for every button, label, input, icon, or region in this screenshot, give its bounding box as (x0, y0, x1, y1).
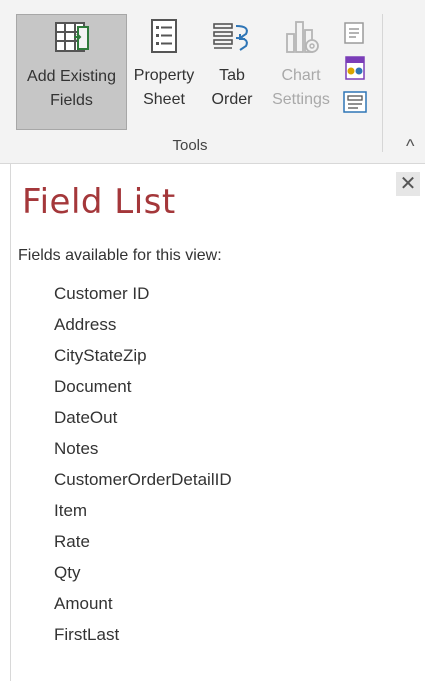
field-item-firstlast[interactable]: FirstLast (54, 622, 232, 653)
close-pane-icon[interactable]: ✕ (396, 172, 420, 196)
field-item-citystatezip[interactable]: CityStateZip (54, 343, 232, 374)
pane-title: Field List (22, 182, 176, 222)
ribbon: Add Existing Fields Property Sheet Tab O… (0, 0, 425, 164)
subform-icon[interactable] (340, 88, 370, 116)
field-item-notes[interactable]: Notes (54, 436, 232, 467)
tab-order-label-line1: Tab (219, 67, 245, 84)
collapse-ribbon-chevron-icon[interactable]: ^ (406, 137, 422, 155)
field-item-item[interactable]: Item (54, 498, 232, 529)
chart-settings-button[interactable]: Chart Settings (262, 14, 340, 130)
tab-order-icon (213, 23, 248, 51)
field-item-address[interactable]: Address (54, 312, 232, 343)
small-tools-stack (340, 20, 374, 130)
tab-order-label-line2: Order (211, 91, 253, 108)
chart-settings-label-line1: Chart (281, 67, 321, 84)
field-item-document[interactable]: Document (54, 374, 232, 405)
property-sheet-label-line2: Sheet (143, 91, 185, 108)
add-existing-fields-label-line1: Add Existing (27, 68, 116, 85)
tab-order-button[interactable]: Tab Order (203, 14, 261, 130)
pane-subtitle: Fields available for this view: (18, 247, 222, 264)
property-sheet-button[interactable]: Property Sheet (127, 14, 201, 130)
property-sheet-label-line1: Property (133, 67, 195, 84)
chart-settings-icon (286, 21, 319, 53)
field-list: Customer ID Address CityStateZip Documen… (54, 281, 232, 653)
add-existing-fields-icon (54, 22, 89, 52)
group-separator (382, 14, 383, 152)
field-item-dateout[interactable]: DateOut (54, 405, 232, 436)
view-code-icon[interactable] (340, 20, 370, 48)
property-sheet-icon (151, 19, 177, 53)
field-item-qty[interactable]: Qty (54, 560, 232, 591)
field-item-rate[interactable]: Rate (54, 529, 232, 560)
add-existing-fields-label-line2: Fields (50, 92, 93, 109)
convert-macros-icon[interactable] (340, 54, 370, 82)
add-existing-fields-button[interactable]: Add Existing Fields (16, 14, 127, 130)
field-item-amount[interactable]: Amount (54, 591, 232, 622)
field-item-customerorderdetailid[interactable]: CustomerOrderDetailID (54, 467, 232, 498)
field-item-customer-id[interactable]: Customer ID (54, 281, 232, 312)
tools-group-label: Tools (172, 137, 208, 154)
chart-settings-label-line2: Settings (272, 91, 330, 108)
